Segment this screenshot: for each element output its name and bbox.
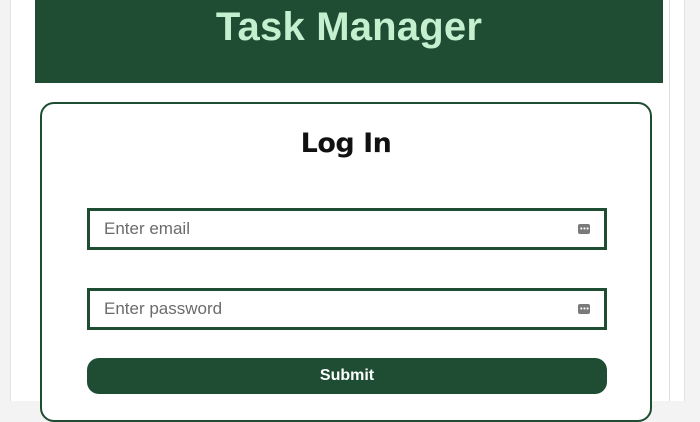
- submit-button[interactable]: Submit: [87, 358, 607, 394]
- app-title: Task Manager: [215, 5, 483, 49]
- app-header: Task Manager: [35, 0, 663, 83]
- scrollbar[interactable]: [669, 0, 684, 401]
- email-input[interactable]: [90, 211, 604, 247]
- login-title: Log In: [300, 128, 392, 159]
- login-card: Log In ••• ••• Submit: [40, 102, 652, 422]
- email-field-wrapper: •••: [87, 208, 607, 250]
- password-field-wrapper: •••: [87, 288, 607, 330]
- autofill-key-icon[interactable]: •••: [578, 224, 590, 234]
- password-input[interactable]: [90, 291, 604, 327]
- page: Task Manager Log In ••• ••• Submit: [10, 0, 685, 422]
- autofill-key-icon[interactable]: •••: [578, 304, 590, 314]
